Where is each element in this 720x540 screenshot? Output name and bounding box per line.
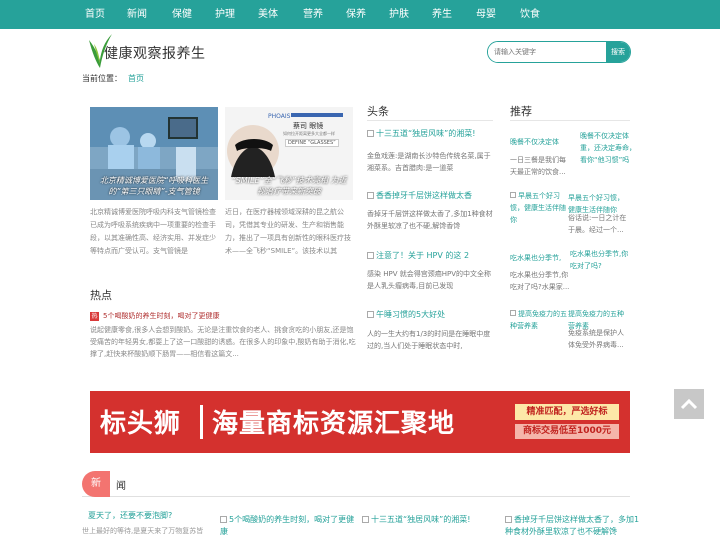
nav-item-mother-baby[interactable]: 母婴	[469, 0, 503, 29]
recommend-link[interactable]: 吃水果也分季节,	[510, 252, 570, 264]
headline-divider	[367, 120, 493, 121]
recommend-title: 提高免疫力的五种营养素	[510, 310, 567, 330]
slide-sign-sub: 如何拉开距离更多大全都一样	[283, 131, 335, 136]
slide-sign-quote: DEFINE “GLASSES”	[285, 139, 339, 147]
nav-item-skincare[interactable]: 护肤	[382, 0, 416, 29]
headline-title: 十三五道“独居风味”的湘菜!	[376, 129, 476, 138]
slide-bronchoscope[interactable]: 北京精诚博爱医院“呼吸科医生的”第三只眼睛”-支气管镜	[90, 107, 218, 200]
headline-title: 香香掉牙千层饼这样做太香	[376, 191, 472, 200]
news-title: 5个喝酸奶的养生时刻，喝对了更健康	[220, 515, 355, 536]
slide-summary: 近日，在医疗器械领域深耕的昆之航公司，凭借其专业的研发、生产和销售能力，推出了一…	[225, 208, 351, 255]
search-box: 搜索	[487, 41, 631, 63]
hot-article-link[interactable]: 5个喝酸奶的养生时刻，喝对了更健康	[103, 312, 219, 320]
news-section-header: 新 闻	[82, 471, 630, 497]
headline-summary: 金鱼戏莲:是湖南长沙特色传统名菜,属于湘菜系。吉首腊肉:是一道菜	[367, 152, 491, 172]
recommend-divider	[510, 120, 630, 121]
section-title-hot: 热点	[90, 289, 112, 302]
breadcrumb-label: 当前位置：	[82, 74, 122, 83]
news-badge: 新	[82, 471, 110, 497]
slide-caption: “SMILE”全“飞秒”技术亮相 为近视治疗带来新突破	[231, 176, 347, 196]
recommend-summary: 一日三餐是我们每天最正常的饮食...	[510, 156, 566, 176]
headline-summary: 人的一生大约有1/3的时间是在睡眠中度过的,当人们处于睡眠状态中时,	[367, 330, 491, 350]
recommend-link[interactable]: 吃水果也分季节,你吃对了吗?	[570, 248, 630, 284]
nav-item-news[interactable]: 新闻	[120, 0, 154, 29]
banner-tag: 商标交易低至1000元	[515, 424, 619, 439]
image-placeholder-icon	[362, 516, 369, 523]
nav-item-wellness[interactable]: 养生	[425, 0, 459, 29]
news-section-title: 闻	[116, 481, 126, 492]
hot-badge-icon: 热	[90, 311, 99, 321]
image-placeholder-icon	[367, 130, 374, 137]
image-placeholder-icon	[367, 192, 374, 199]
hot-article[interactable]: 热 5个喝酸奶的养生时刻，喝对了更健康	[90, 311, 219, 321]
top-nav: 首页 新闻 保健 护理 美体 营养 保养 护肤 养生 母婴 饮食	[0, 0, 720, 29]
image-placeholder-icon	[367, 252, 374, 259]
site-logo-text: 健康观察报养生	[104, 46, 206, 62]
recommend-summary: 俗话说:一日之计在于晨。经过一个...	[568, 214, 627, 234]
back-to-top-button[interactable]	[674, 389, 704, 419]
recommend-title: 早晨五个好习惯，健康生活伴随你	[510, 192, 566, 224]
nav-item-health[interactable]: 保健	[165, 0, 199, 29]
recommend-link[interactable]: 早晨五个好习惯，健康生活伴随你	[510, 190, 570, 226]
chevron-up-icon	[680, 398, 698, 410]
search-button[interactable]: 搜索	[606, 42, 630, 62]
headline-title: 午睡习惯的5大好处	[376, 310, 446, 319]
section-title-headline: 头条	[367, 105, 389, 118]
headline-link[interactable]: 十三五道“独居风味”的湘菜!	[367, 128, 476, 139]
section-title-recommend: 推荐	[510, 105, 532, 118]
news-link[interactable]: 香掉牙千层饼这样做太香了，多加1种食材外酥里软凉了也不硬解馋	[505, 514, 640, 540]
slide-smile[interactable]: PHOAIS 蔡司 眼镜 如何拉开距离更多大全都一样 DEFINE “GLASS…	[225, 107, 353, 200]
news-link[interactable]: 夏天了，还要不要泡脚?	[88, 510, 208, 521]
breadcrumb-home-link[interactable]: 首页	[128, 74, 144, 83]
news-title: 香掉牙千层饼这样做太香了，多加1种食材外酥里软凉了也不硬解馋	[505, 515, 640, 536]
news-summary: 世上最好的等待,是夏天来了万物复苏皆	[82, 527, 204, 535]
search-input[interactable]	[488, 42, 608, 62]
slide-sign-brand: PHOAIS	[268, 113, 291, 120]
image-placeholder-icon	[367, 311, 374, 318]
recommend-summary: 免疫系统是保护人体免受外界病毒...	[568, 329, 624, 349]
headline-link[interactable]: 注意了！关于 HPV 的这 2	[367, 250, 469, 261]
ad-banner[interactable]: 标头狮 海量商标资源汇聚地 精准匹配，严选好标 商标交易低至1000元	[90, 391, 630, 453]
recommend-link[interactable]: 晚餐不仅决定体	[510, 136, 570, 148]
image-placeholder-icon	[510, 310, 516, 316]
nav-item-care[interactable]: 护理	[208, 0, 242, 29]
slide-sign-title: 蔡司 眼镜	[293, 122, 324, 130]
headline-link[interactable]: 午睡习惯的5大好处	[367, 309, 445, 320]
image-placeholder-icon	[220, 516, 227, 523]
nav-item-body[interactable]: 美体	[251, 0, 285, 29]
banner-tag: 精准匹配，严选好标	[515, 404, 619, 420]
news-title: 十三五道“独居风味”的湘菜!	[371, 515, 471, 524]
news-link[interactable]: 5个喝酸奶的养生时刻，喝对了更健康	[220, 514, 360, 540]
image-placeholder-icon	[510, 192, 516, 198]
news-link[interactable]: 十三五道“独居风味”的湘菜!	[362, 514, 492, 525]
headline-summary: 感染 HPV 就会得宫颈癌HPV的中文全称是人乳头瘤病毒,目前已发现	[367, 270, 491, 290]
nav-item-nutrition[interactable]: 营养	[296, 0, 330, 29]
hot-article-text: 说起健康零食,很多人会想到酸奶。无论是注重饮食的老人、挑食贪吃的小朋友,还是饱受…	[90, 326, 356, 358]
banner-divider	[200, 405, 203, 439]
image-placeholder-icon	[505, 516, 512, 523]
banner-slogan: 海量商标资源汇聚地	[212, 409, 456, 439]
nav-item-diet[interactable]: 饮食	[513, 0, 547, 29]
recommend-summary: 吃水果也分季节,你吃对了吗?水果家...	[510, 271, 570, 291]
recommend-link[interactable]: 晚餐不仅决定体重，还决定寿命，看你“他习惯”吗	[580, 130, 640, 178]
banner-brand: 标头狮	[100, 409, 182, 439]
slide-summary: 北京精诚博爱医院呼吸内科支气管镜检查已成为呼吸系统疾病中一项重要的检查手段，以其…	[90, 208, 216, 255]
headline-title: 注意了！关于 HPV 的这 2	[376, 251, 470, 260]
headline-link[interactable]: 香香掉牙千层饼这样做太香	[367, 190, 472, 201]
breadcrumb: 当前位置： 首页	[82, 73, 144, 84]
nav-item-maintenance[interactable]: 保养	[339, 0, 373, 29]
recommend-link[interactable]: 提高免疫力的五种营养素	[510, 308, 570, 332]
slide-caption: 北京精诚博爱医院“呼吸科医生的”第三只眼睛”-支气管镜	[99, 176, 209, 196]
nav-item-home[interactable]: 首页	[78, 0, 112, 29]
headline-summary: 香掉牙千层饼这样做太香了,多加1种食材外酥里软凉了也不硬,解馋香馋	[367, 210, 493, 230]
